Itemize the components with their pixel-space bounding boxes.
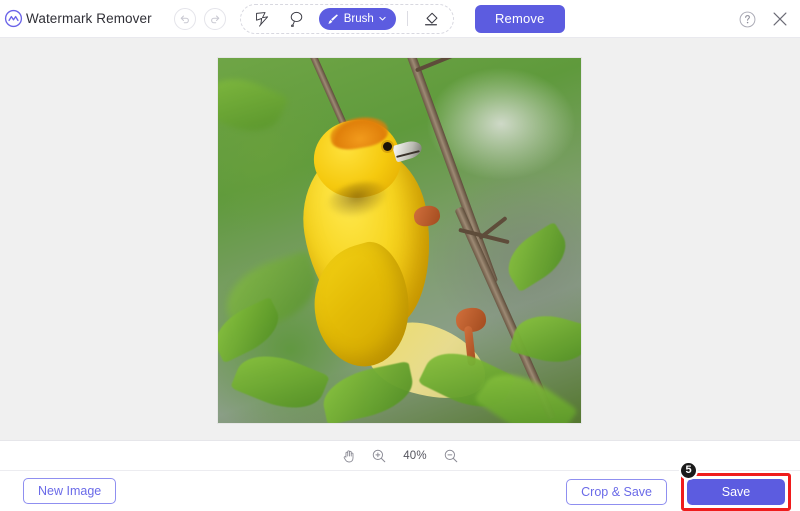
new-image-button[interactable]: New Image <box>23 478 116 504</box>
eraser-icon <box>422 10 440 28</box>
leaf-shape <box>218 66 289 143</box>
twig-shape <box>415 58 459 72</box>
watermark-remover-app: Watermark Remover <box>0 0 800 511</box>
header-right-controls <box>738 0 790 38</box>
remove-button[interactable]: Remove <box>475 5 565 33</box>
hand-pan-icon[interactable] <box>341 448 357 464</box>
leaf-shape <box>509 307 581 372</box>
app-title: Watermark Remover <box>26 11 152 26</box>
bird-eye <box>383 142 392 151</box>
eraser-tool[interactable] <box>419 7 443 31</box>
footer-right-controls: Crop & Save 5 Save <box>566 471 791 511</box>
leaf-shape <box>498 222 576 293</box>
redo-arrow-icon <box>209 13 221 25</box>
tool-divider <box>407 11 408 26</box>
lasso-select-tool[interactable] <box>285 7 309 31</box>
step-badge: 5 <box>679 461 698 480</box>
question-mark-circle-icon[interactable] <box>738 10 757 29</box>
leaf-shape <box>318 361 418 423</box>
history-controls <box>174 8 226 30</box>
photo-background <box>218 58 581 423</box>
app-footer: New Image Crop & Save 5 Save <box>0 470 800 511</box>
undo-arrow-icon <box>179 13 191 25</box>
redo-button[interactable] <box>204 8 226 30</box>
brush-icon <box>326 12 340 26</box>
app-header: Watermark Remover <box>0 0 800 38</box>
brand: Watermark Remover <box>0 9 152 28</box>
brush-tool-button[interactable]: Brush <box>319 8 396 30</box>
image-preview[interactable] <box>218 58 581 423</box>
lasso-icon <box>288 10 305 27</box>
chevron-down-icon <box>378 14 387 23</box>
polygon-lasso-icon <box>254 10 271 27</box>
undo-button[interactable] <box>174 8 196 30</box>
save-highlight-box: Save <box>681 473 791 511</box>
close-x-icon[interactable] <box>770 9 790 29</box>
watermark-remover-logo-icon <box>4 9 23 28</box>
editor-canvas[interactable] <box>0 38 800 440</box>
zoom-in-icon[interactable] <box>371 448 387 464</box>
brush-label: Brush <box>344 13 374 25</box>
new-image-wrapper: New Image <box>23 478 116 504</box>
leaf-shape <box>230 343 330 420</box>
zoom-out-icon[interactable] <box>443 448 459 464</box>
zoom-level: 40% <box>401 450 429 462</box>
tool-group: Brush <box>240 4 454 34</box>
crop-and-save-button[interactable]: Crop & Save <box>566 479 667 505</box>
save-button-group: 5 Save <box>681 473 791 511</box>
polygon-select-tool[interactable] <box>251 7 275 31</box>
save-button[interactable]: Save <box>687 479 785 505</box>
